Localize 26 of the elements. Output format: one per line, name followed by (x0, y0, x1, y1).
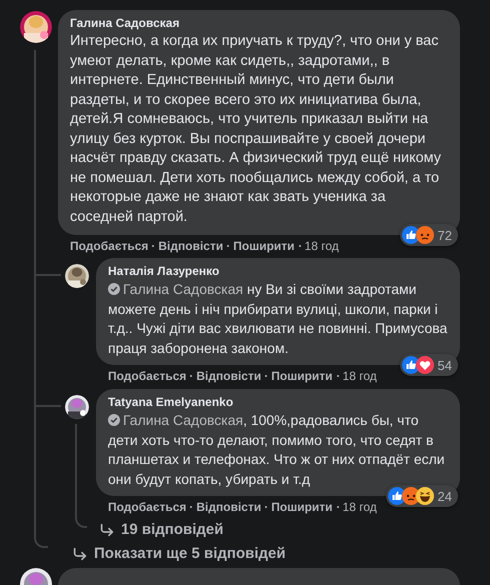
author-name[interactable]: Наталія Лазуренко (108, 264, 448, 279)
reactions-badge[interactable]: 24 (386, 485, 458, 507)
share-link[interactable]: Поширити (271, 369, 333, 383)
view-replies-link[interactable]: 19 відповідей (121, 520, 224, 540)
reactions-badge[interactable]: 54 (400, 354, 458, 376)
reactions-badge[interactable]: 72 (400, 224, 458, 246)
mention-link[interactable]: Галина Садовская (108, 412, 244, 428)
like-link[interactable]: Подобається (108, 369, 186, 383)
mention-link[interactable]: Галина Садовская (108, 281, 244, 297)
comment-text: Интересно, а когда их приучать к труду?, что они у вас умеют делать, кроме как сидеть,, задротами,, в интернете. Единственный минус, что дети были раздеты, и то скорее всего это их инициатива была, детей.Я сомневаюсь, что учитель приказал выйти на улицу без курток. Вы поспрашивайте у своей дочери насчёт правду сказать. А физический труд ещё никому не помешал. Дети хоть пообщались между собой, а то некоторые даже не знают как звать ученика за соседней партой. (70, 32, 442, 226)
timestamp-link[interactable]: 18 год (342, 500, 377, 514)
author-name[interactable]: Галина Садовская (70, 16, 448, 31)
timestamp-link[interactable]: 18 год (304, 239, 339, 253)
reply-link[interactable]: Відповісти (158, 239, 224, 253)
reply-link[interactable]: Відповісти (196, 500, 262, 514)
author-name[interactable]: Tatyana Emelyanenko (108, 395, 448, 410)
share-link[interactable]: Поширити (271, 500, 333, 514)
reaction-count: 72 (438, 228, 452, 242)
like-link[interactable]: Подобається (108, 500, 186, 514)
timestamp-link[interactable]: 18 год (342, 369, 377, 383)
more-replies-link[interactable]: Показати ще 5 відповідей (94, 544, 286, 564)
share-link[interactable]: Поширити (233, 239, 295, 253)
like-link[interactable]: Подобається (70, 239, 148, 253)
reply-link[interactable]: Відповісти (196, 369, 262, 383)
reaction-count: 54 (438, 358, 452, 372)
reaction-count: 24 (438, 490, 452, 502)
